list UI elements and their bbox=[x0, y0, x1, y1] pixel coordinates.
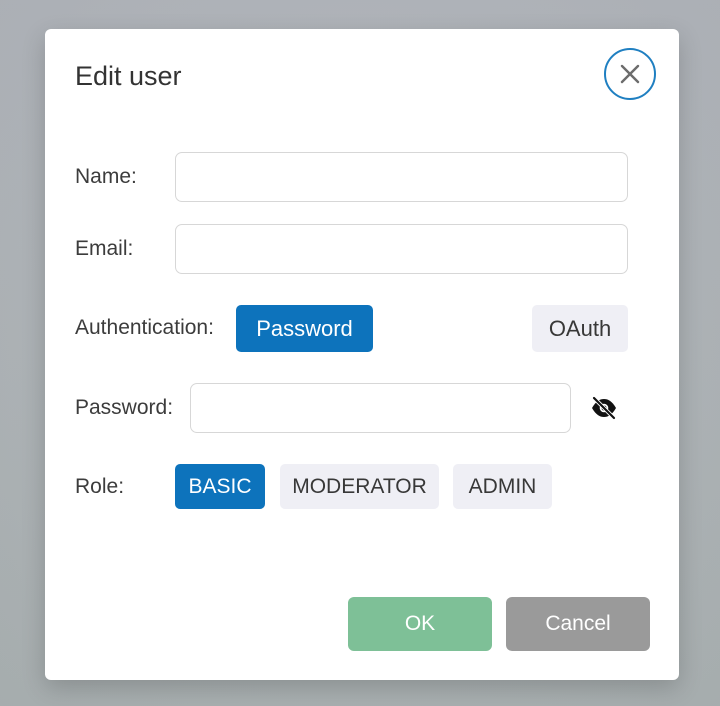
password-input[interactable] bbox=[190, 383, 571, 433]
role-label: Role: bbox=[75, 475, 125, 498]
auth-password-button[interactable]: Password bbox=[236, 305, 373, 352]
eye-slash-icon bbox=[592, 396, 616, 420]
edit-user-dialog: Edit user Name: Email: Authentication: P… bbox=[45, 29, 679, 680]
dialog-title: Edit user bbox=[75, 61, 182, 91]
cancel-button[interactable]: Cancel bbox=[506, 597, 650, 651]
close-button[interactable] bbox=[604, 48, 656, 100]
role-moderator-button[interactable]: MODERATOR bbox=[280, 464, 439, 509]
name-input[interactable] bbox=[175, 152, 628, 202]
password-label: Password: bbox=[75, 396, 174, 419]
auth-oauth-button[interactable]: OAuth bbox=[532, 305, 628, 352]
toggle-password-visibility-button[interactable] bbox=[589, 395, 619, 421]
email-input[interactable] bbox=[175, 224, 628, 274]
name-label: Name: bbox=[75, 165, 137, 188]
role-basic-button[interactable]: BASIC bbox=[175, 464, 265, 509]
role-admin-button[interactable]: ADMIN bbox=[453, 464, 552, 509]
authentication-label: Authentication: bbox=[75, 316, 214, 339]
email-label: Email: bbox=[75, 237, 134, 260]
ok-button[interactable]: OK bbox=[348, 597, 492, 651]
close-icon bbox=[620, 64, 640, 84]
